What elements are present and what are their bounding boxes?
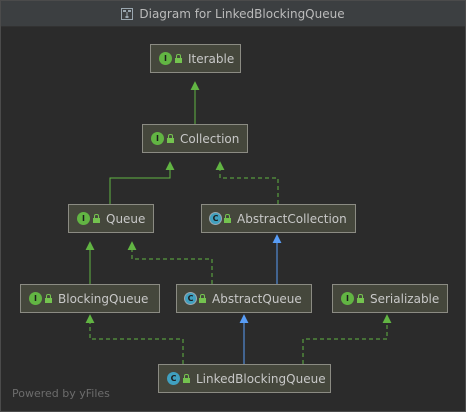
node-iterable[interactable]: I Iterable xyxy=(150,44,241,73)
edge-linkedblockingqueue-serializable xyxy=(302,314,392,364)
node-label: Iterable xyxy=(188,51,235,66)
footer-attribution: Powered by yFiles xyxy=(12,387,110,400)
node-queue[interactable]: I Queue xyxy=(68,204,154,233)
node-label: AbstractCollection xyxy=(237,211,347,226)
interface-icon: I xyxy=(29,292,42,305)
node-abstract-collection[interactable]: C AbstractCollection xyxy=(201,204,356,233)
interface-icon: I xyxy=(341,292,354,305)
abstract-class-icon: C xyxy=(210,213,221,224)
lock-icon xyxy=(93,214,100,223)
node-label: Serializable xyxy=(370,291,440,306)
lock-icon xyxy=(357,294,364,303)
lock-icon xyxy=(45,294,52,303)
edge-abstractqueue-queue xyxy=(127,241,213,284)
lock-icon xyxy=(199,294,206,303)
node-blocking-queue[interactable]: I BlockingQueue xyxy=(20,284,160,313)
diagram-window: Diagram for LinkedBlockingQueue I Iterab… xyxy=(0,0,466,412)
node-serializable[interactable]: I Serializable xyxy=(332,284,448,313)
lock-icon xyxy=(183,374,190,383)
edge-queue-collection xyxy=(109,161,175,204)
abstract-class-icon: C xyxy=(185,293,196,304)
node-collection[interactable]: I Collection xyxy=(142,124,248,153)
node-label: Queue xyxy=(106,211,146,226)
interface-icon: I xyxy=(151,132,164,145)
node-linked-blocking-queue[interactable]: C LinkedBlockingQueue xyxy=(158,364,331,393)
edge-linkedblockingqueue-blockingqueue xyxy=(85,314,184,364)
node-abstract-queue[interactable]: C AbstractQueue xyxy=(176,284,312,313)
edge-abstractcollection-collection xyxy=(215,161,279,204)
node-label: AbstractQueue xyxy=(212,291,302,306)
lock-icon xyxy=(175,54,182,63)
class-icon: C xyxy=(167,372,180,385)
lock-icon xyxy=(167,134,174,143)
interface-icon: I xyxy=(77,212,90,225)
node-label: LinkedBlockingQueue xyxy=(196,371,326,386)
interface-icon: I xyxy=(159,52,172,65)
node-label: Collection xyxy=(180,131,240,146)
node-label: BlockingQueue xyxy=(58,291,149,306)
lock-icon xyxy=(224,214,231,223)
